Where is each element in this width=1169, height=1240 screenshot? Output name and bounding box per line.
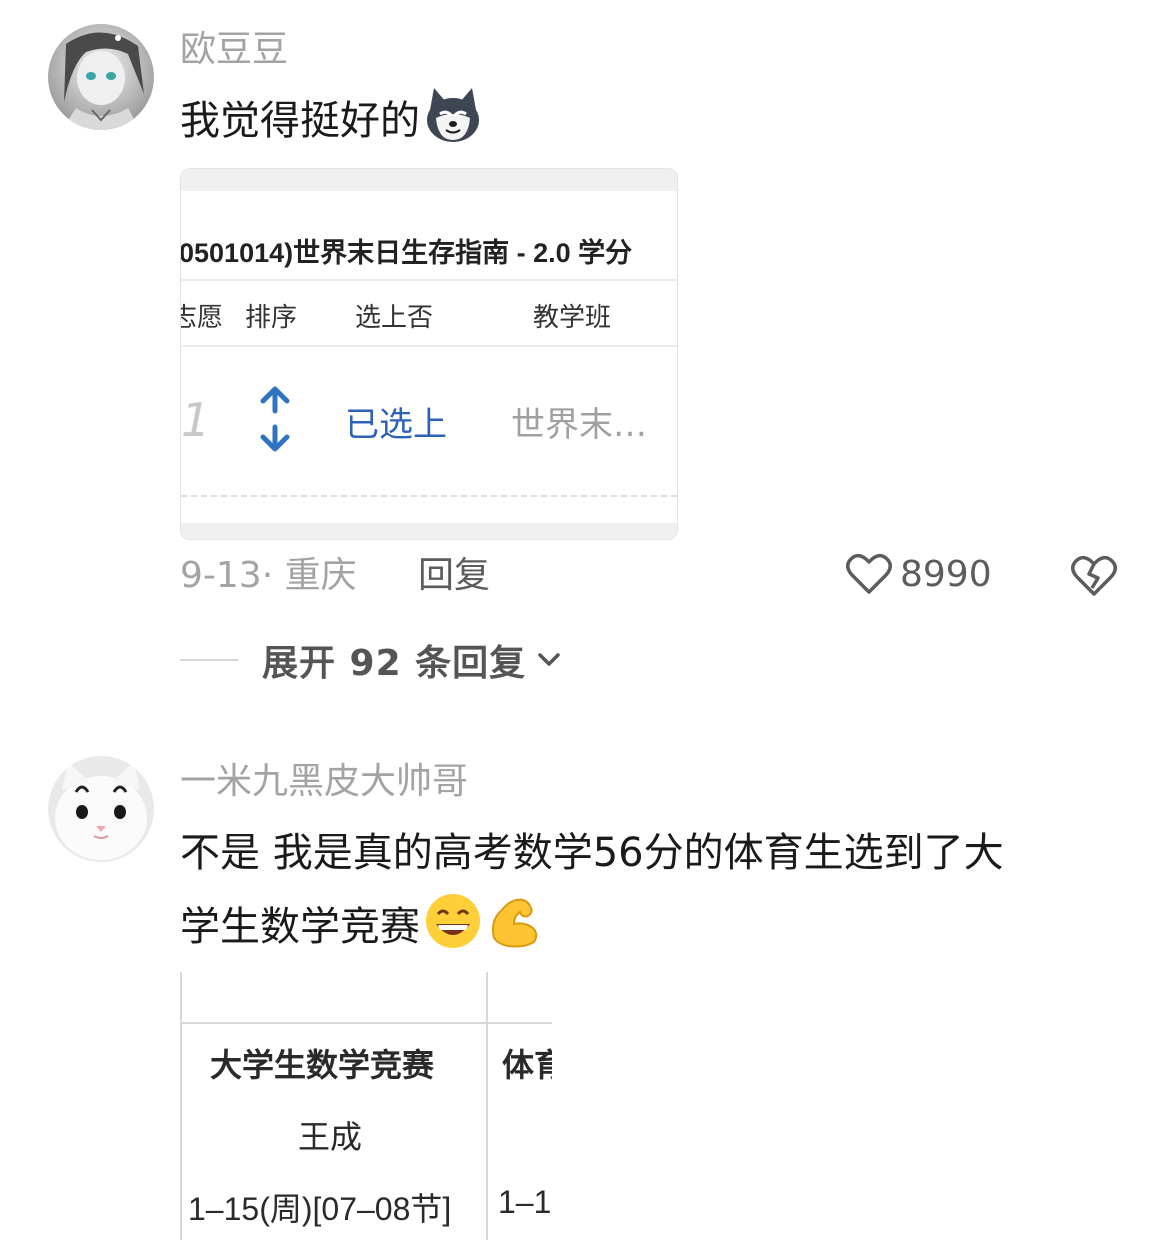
grin-emoji-icon xyxy=(426,894,480,948)
like-count: 8990 xyxy=(900,553,992,595)
course-title: 0501014)世界末日生存指南 - 2.0 学分 xyxy=(180,238,633,268)
sort-arrows-icon xyxy=(260,386,290,452)
next-course-cell: 体育 xyxy=(502,1047,552,1083)
header-selected: 选上否 xyxy=(355,303,434,333)
dislike-broken-heart-icon[interactable] xyxy=(1070,554,1118,598)
course-name-cell: 大学生数学竞赛 xyxy=(210,1047,435,1083)
table-border xyxy=(180,972,182,1240)
selected-status: 已选上 xyxy=(345,405,447,445)
table-border xyxy=(486,972,488,1240)
comment-location: 重庆 xyxy=(284,555,357,596)
comment-text: 不是 我是真的高考数学56分的体育生选到了大 学生数学竞赛 xyxy=(180,816,1140,964)
image-top-band xyxy=(181,169,677,191)
header-preference: 志愿 xyxy=(181,303,224,333)
expand-replies[interactable]: 展开 92 条回复 xyxy=(180,634,564,686)
comment-body: 我觉得挺好的 xyxy=(180,98,420,144)
image-bottom-band xyxy=(181,523,677,539)
dashed-divider xyxy=(181,495,677,497)
comment-body-line2-wrap: 学生数学竞赛 xyxy=(180,890,1140,964)
expand-replies-label: 展开 92 条回复 xyxy=(262,643,527,684)
attached-image[interactable]: 0501014)世界末日生存指南 - 2.0 学分 志愿 排序 选上否 教学班 … xyxy=(180,168,678,540)
comment-body-line1: 不是 我是真的高考数学56分的体育生选到了大 xyxy=(180,830,1004,876)
avatar[interactable] xyxy=(48,756,154,862)
expand-line xyxy=(180,659,238,661)
row-index: 1 xyxy=(181,393,211,447)
next-schedule-cell: 1–1 xyxy=(498,1184,552,1220)
divider xyxy=(181,345,677,347)
chevron-down-icon xyxy=(538,653,560,666)
header-class: 教学班 xyxy=(533,303,612,333)
reply-button[interactable]: 回复 xyxy=(418,554,490,598)
heart-icon xyxy=(846,553,892,594)
avatar[interactable] xyxy=(48,24,154,130)
class-name: 世界末… xyxy=(511,405,647,445)
anime-girl-avatar-icon xyxy=(48,24,154,130)
comment-body-line2: 学生数学竞赛 xyxy=(180,904,420,950)
meta-separator: · xyxy=(261,555,285,596)
divider xyxy=(181,279,677,281)
comment-text: 我觉得挺好的 xyxy=(180,84,482,158)
comment-date: 9-13 xyxy=(180,555,262,596)
header-order: 排序 xyxy=(245,303,298,333)
comment-meta: 9-13· 重庆 xyxy=(180,554,357,598)
comment-username[interactable]: 一米九黑皮大帅哥 xyxy=(180,760,468,804)
cat-avatar-icon xyxy=(48,756,154,862)
like-button[interactable]: 8990 xyxy=(846,552,992,596)
teacher-cell: 王成 xyxy=(298,1119,363,1155)
attached-image[interactable]: 大学生数学竞赛 王成 1–15(周)[07–08节] 体育 1–1 xyxy=(180,972,552,1240)
flexed-bicep-emoji-icon xyxy=(492,898,538,948)
table-border xyxy=(180,1022,552,1024)
schedule-cell: 1–15(周)[07–08节] xyxy=(188,1191,452,1227)
wolf-emoji-icon xyxy=(427,88,479,142)
comment-username[interactable]: 欧豆豆 xyxy=(180,28,288,72)
